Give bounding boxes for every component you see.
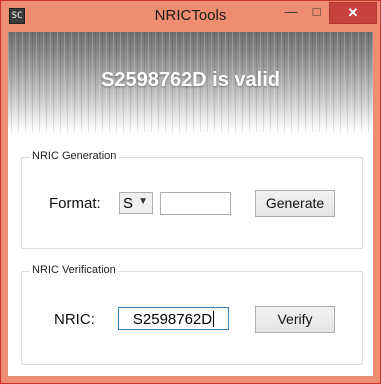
group-legend: NRIC Verification [30, 264, 118, 276]
client-area: S2598762D is valid NRIC Generation Forma… [8, 32, 373, 376]
nric-verification-group: NRIC Verification NRIC: S2598762D Verify [21, 264, 363, 365]
close-icon: ✕ [347, 5, 359, 20]
nric-label: NRIC: [54, 311, 95, 328]
nric-input[interactable]: S2598762D [118, 307, 229, 330]
app-window: SC NRICTools — □ ✕ S2598762D is valid NR… [0, 0, 381, 384]
close-button[interactable]: ✕ [329, 2, 377, 24]
format-select[interactable]: S ▼ [119, 192, 153, 214]
format-label: Format: [49, 195, 101, 212]
nric-generation-group: NRIC Generation Format: S ▼ Generate [21, 150, 363, 249]
nric-input-value: S2598762D [132, 311, 213, 328]
format-input[interactable] [160, 192, 231, 215]
maximize-button[interactable]: □ [304, 2, 329, 22]
maximize-icon: □ [312, 4, 321, 19]
format-select-value: S [123, 195, 134, 212]
group-legend: NRIC Generation [30, 150, 119, 162]
verify-button[interactable]: Verify [255, 306, 335, 333]
title-bar[interactable]: SC NRICTools — □ ✕ [1, 1, 380, 31]
text-caret [213, 311, 215, 327]
minimize-icon: — [284, 4, 298, 19]
generate-button[interactable]: Generate [255, 190, 335, 217]
chevron-down-icon: ▼ [138, 196, 148, 207]
status-text: S2598762D is valid [100, 69, 280, 91]
minimize-button[interactable]: — [278, 2, 304, 22]
header-banner: S2598762D is valid [8, 32, 373, 132]
